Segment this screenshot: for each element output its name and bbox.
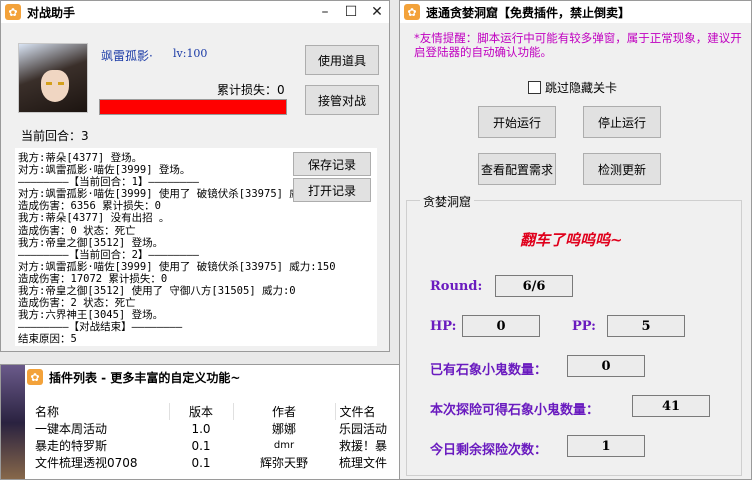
plugin-author: 辉弥天野 — [259, 456, 308, 470]
side-strip — [1, 365, 25, 479]
remaining-runs-field[interactable]: 1 — [567, 435, 645, 457]
log-line: 我方:帝皇之御[3512] 登场。 — [18, 236, 164, 249]
window-title: 对战助手 — [27, 5, 76, 20]
column-header[interactable]: 版本 — [169, 403, 234, 420]
plugin-name: 暴走的特罗斯 — [35, 439, 108, 453]
remaining-runs-label: 今日剩余探险次数： — [430, 443, 548, 458]
app-icon: ✿ — [27, 369, 43, 385]
log-line: 我方:蒂朵[4377] 登场。 — [18, 152, 143, 164]
log-line: 对方:飒雷孤影·喵佐[3999] 使用了 破镜伏杀[33975] 威力:150 — [18, 188, 336, 201]
save-log-button[interactable]: 保存记录 — [293, 152, 371, 176]
maximize-button[interactable]: ☐ — [339, 1, 363, 23]
plugin-titlebar[interactable]: ✿ 插件列表 - 更多丰富的自定义功能~ — [1, 365, 399, 389]
log-line: ————————【当前回合：2】———————— — [18, 248, 199, 261]
gain-count-field[interactable]: 41 — [632, 395, 710, 417]
log-line: 我方:六界神王[3045] 登场。 — [18, 309, 164, 322]
cave-titlebar[interactable]: ✿ 速通贪婪洞窟【免费插件，禁止倒卖】 — [400, 1, 751, 23]
plugin-window: ✿ 插件列表 - 更多丰富的自定义功能~ 名称 版本 作者 文件名 一键本周活动… — [0, 364, 400, 480]
current-round: 当前回合：3 — [21, 129, 89, 143]
hp-field[interactable]: 0 — [462, 315, 540, 337]
hp-label: HP: — [430, 319, 457, 334]
log-line: 我方:帝皇之御[3512] 使用了 守御八方[31505] 威力:0 — [18, 285, 296, 298]
plugin-file: 救援！暴 — [339, 439, 388, 453]
cave-window-title: 速通贪婪洞窟【免费插件，禁止倒卖】 — [426, 5, 631, 20]
skip-hidden-checkbox[interactable]: 跳过隐藏关卡 — [528, 79, 617, 96]
plugin-author: 娜娜 — [271, 422, 296, 436]
player-level: lv:100 — [173, 47, 208, 60]
player-name: 飒雷孤影· — [101, 49, 153, 63]
plugin-version: 0.1 — [191, 455, 211, 470]
log-line: ————————【当前回合：1】———————— — [18, 176, 199, 189]
plugin-version: 0.1 — [191, 438, 211, 453]
table-row[interactable]: 暴走的特罗斯 0.1 dmr 救援！暴 — [31, 437, 399, 454]
stone-count-field[interactable]: 0 — [567, 355, 645, 377]
battle-window: ✿ 对战助手 – ☐ ✕ 飒雷孤影· lv:100 使用道具 接管对战 累计损失… — [0, 0, 390, 352]
pp-field[interactable]: 5 — [607, 315, 685, 337]
log-line: 造成伤害：0 状态：死亡 — [18, 224, 136, 237]
plugin-name: 一键本周活动 — [35, 422, 108, 436]
plugin-author: dmr — [273, 440, 295, 451]
plugin-name: 文件梳理透视0708 — [35, 456, 138, 470]
notice-text: *友情提醒：脚本运行中可能有较多弹窗，属于正常现象，建议开启登陆器的自动确认功能… — [414, 31, 742, 59]
log-line: 造成伤害：2 状态：死亡 — [18, 297, 136, 310]
start-button[interactable]: 开始运行 — [478, 106, 556, 138]
plugin-file: 梳理文件 — [339, 456, 388, 470]
plugin-file: 乐园活动 — [339, 422, 388, 436]
stop-button[interactable]: 停止运行 — [583, 106, 661, 138]
avatar — [18, 43, 88, 113]
log-line: 对方:飒雷孤影·喵佐[3999] 使用了 破镜伏杀[33975] 威力:150 — [18, 260, 336, 273]
log-line: 我方:蒂朵[4377] 没有出招 。 — [18, 212, 170, 225]
app-icon: ✿ — [5, 4, 21, 20]
app-icon: ✿ — [404, 4, 420, 20]
pp-label: PP: — [572, 319, 596, 334]
view-config-button[interactable]: 查看配置需求 — [478, 153, 556, 185]
close-button[interactable]: ✕ — [365, 1, 389, 23]
use-item-button[interactable]: 使用道具 — [305, 45, 379, 75]
plugin-table-area: 名称 版本 作者 文件名 一键本周活动 1.0 娜娜 乐园活动 暴走的特罗斯 0… — [25, 393, 399, 479]
plugin-table: 名称 版本 作者 文件名 一键本周活动 1.0 娜娜 乐园活动 暴走的特罗斯 0… — [31, 403, 399, 471]
battle-log[interactable]: 我方:蒂朵[4377] 登场。 对方:飒雷孤影·喵佐[3999] 登场。 —————… — [15, 148, 377, 346]
round-label: Round: — [430, 279, 483, 294]
groupbox-label: 贪婪洞窟 — [420, 193, 475, 210]
takeover-battle-button[interactable]: 接管对战 — [305, 85, 379, 115]
column-header[interactable]: 名称 — [31, 403, 170, 420]
plugin-window-title: 插件列表 - 更多丰富的自定义功能~ — [49, 370, 241, 385]
loss-label: 累计损失：0 — [217, 83, 285, 97]
plugin-version: 1.0 — [191, 421, 211, 436]
column-header[interactable]: 文件名 — [335, 403, 399, 420]
stone-count-label: 已有石象小鬼数量： — [430, 363, 548, 378]
checkbox-box[interactable] — [528, 81, 541, 94]
round-field[interactable]: 6/6 — [495, 275, 573, 297]
battle-log-text: 我方:蒂朵[4377] 登场。 对方:飒雷孤影·喵佐[3999] 登场。 —————… — [18, 152, 336, 346]
open-log-button[interactable]: 打开记录 — [293, 178, 371, 202]
table-header-row: 名称 版本 作者 文件名 — [31, 403, 399, 420]
status-message: 翻车了呜呜呜~ — [520, 231, 623, 249]
cave-window: ✿ 速通贪婪洞窟【免费插件，禁止倒卖】 *友情提醒：脚本运行中可能有较多弹窗，属… — [399, 0, 752, 480]
table-row[interactable]: 一键本周活动 1.0 娜娜 乐园活动 — [31, 420, 399, 437]
log-line: 结束原因：5 — [18, 333, 77, 346]
table-row[interactable]: 文件梳理透视0708 0.1 辉弥天野 梳理文件 — [31, 454, 399, 471]
log-line: ————————【对战结束】———————— — [18, 321, 183, 334]
gain-count-label: 本次探险可得石象小鬼数量： — [430, 403, 600, 418]
checkbox-label: 跳过隐藏关卡 — [545, 81, 618, 95]
column-header[interactable]: 作者 — [233, 403, 336, 420]
minimize-button[interactable]: – — [313, 1, 337, 23]
loss-bar — [99, 99, 287, 115]
log-line: 对方:飒雷孤影·喵佐[3999] 登场。 — [18, 164, 191, 177]
check-update-button[interactable]: 检测更新 — [583, 153, 661, 185]
log-line: 造成伤害：6356 累计损失：0 — [18, 200, 161, 213]
log-line: 造成伤害：17072 累计损失：0 — [18, 272, 168, 285]
